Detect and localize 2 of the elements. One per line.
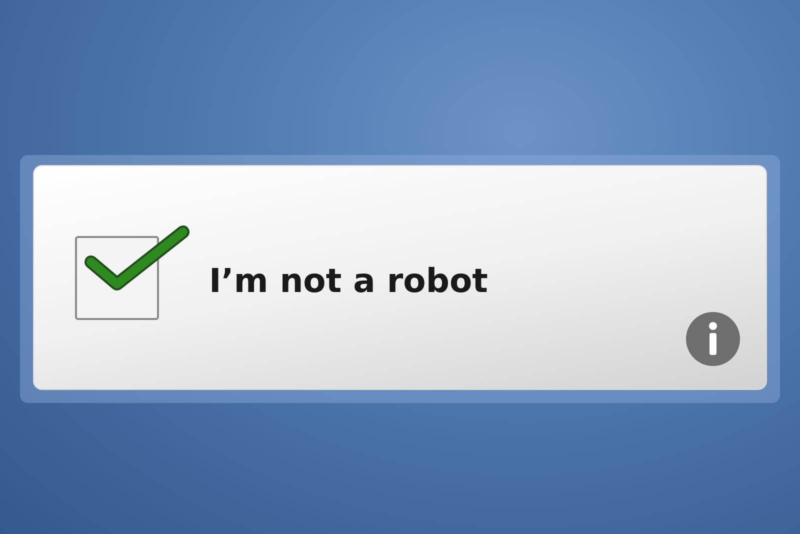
checkbox-label: I’m not a robot: [209, 261, 488, 300]
info-icon[interactable]: [686, 312, 740, 366]
